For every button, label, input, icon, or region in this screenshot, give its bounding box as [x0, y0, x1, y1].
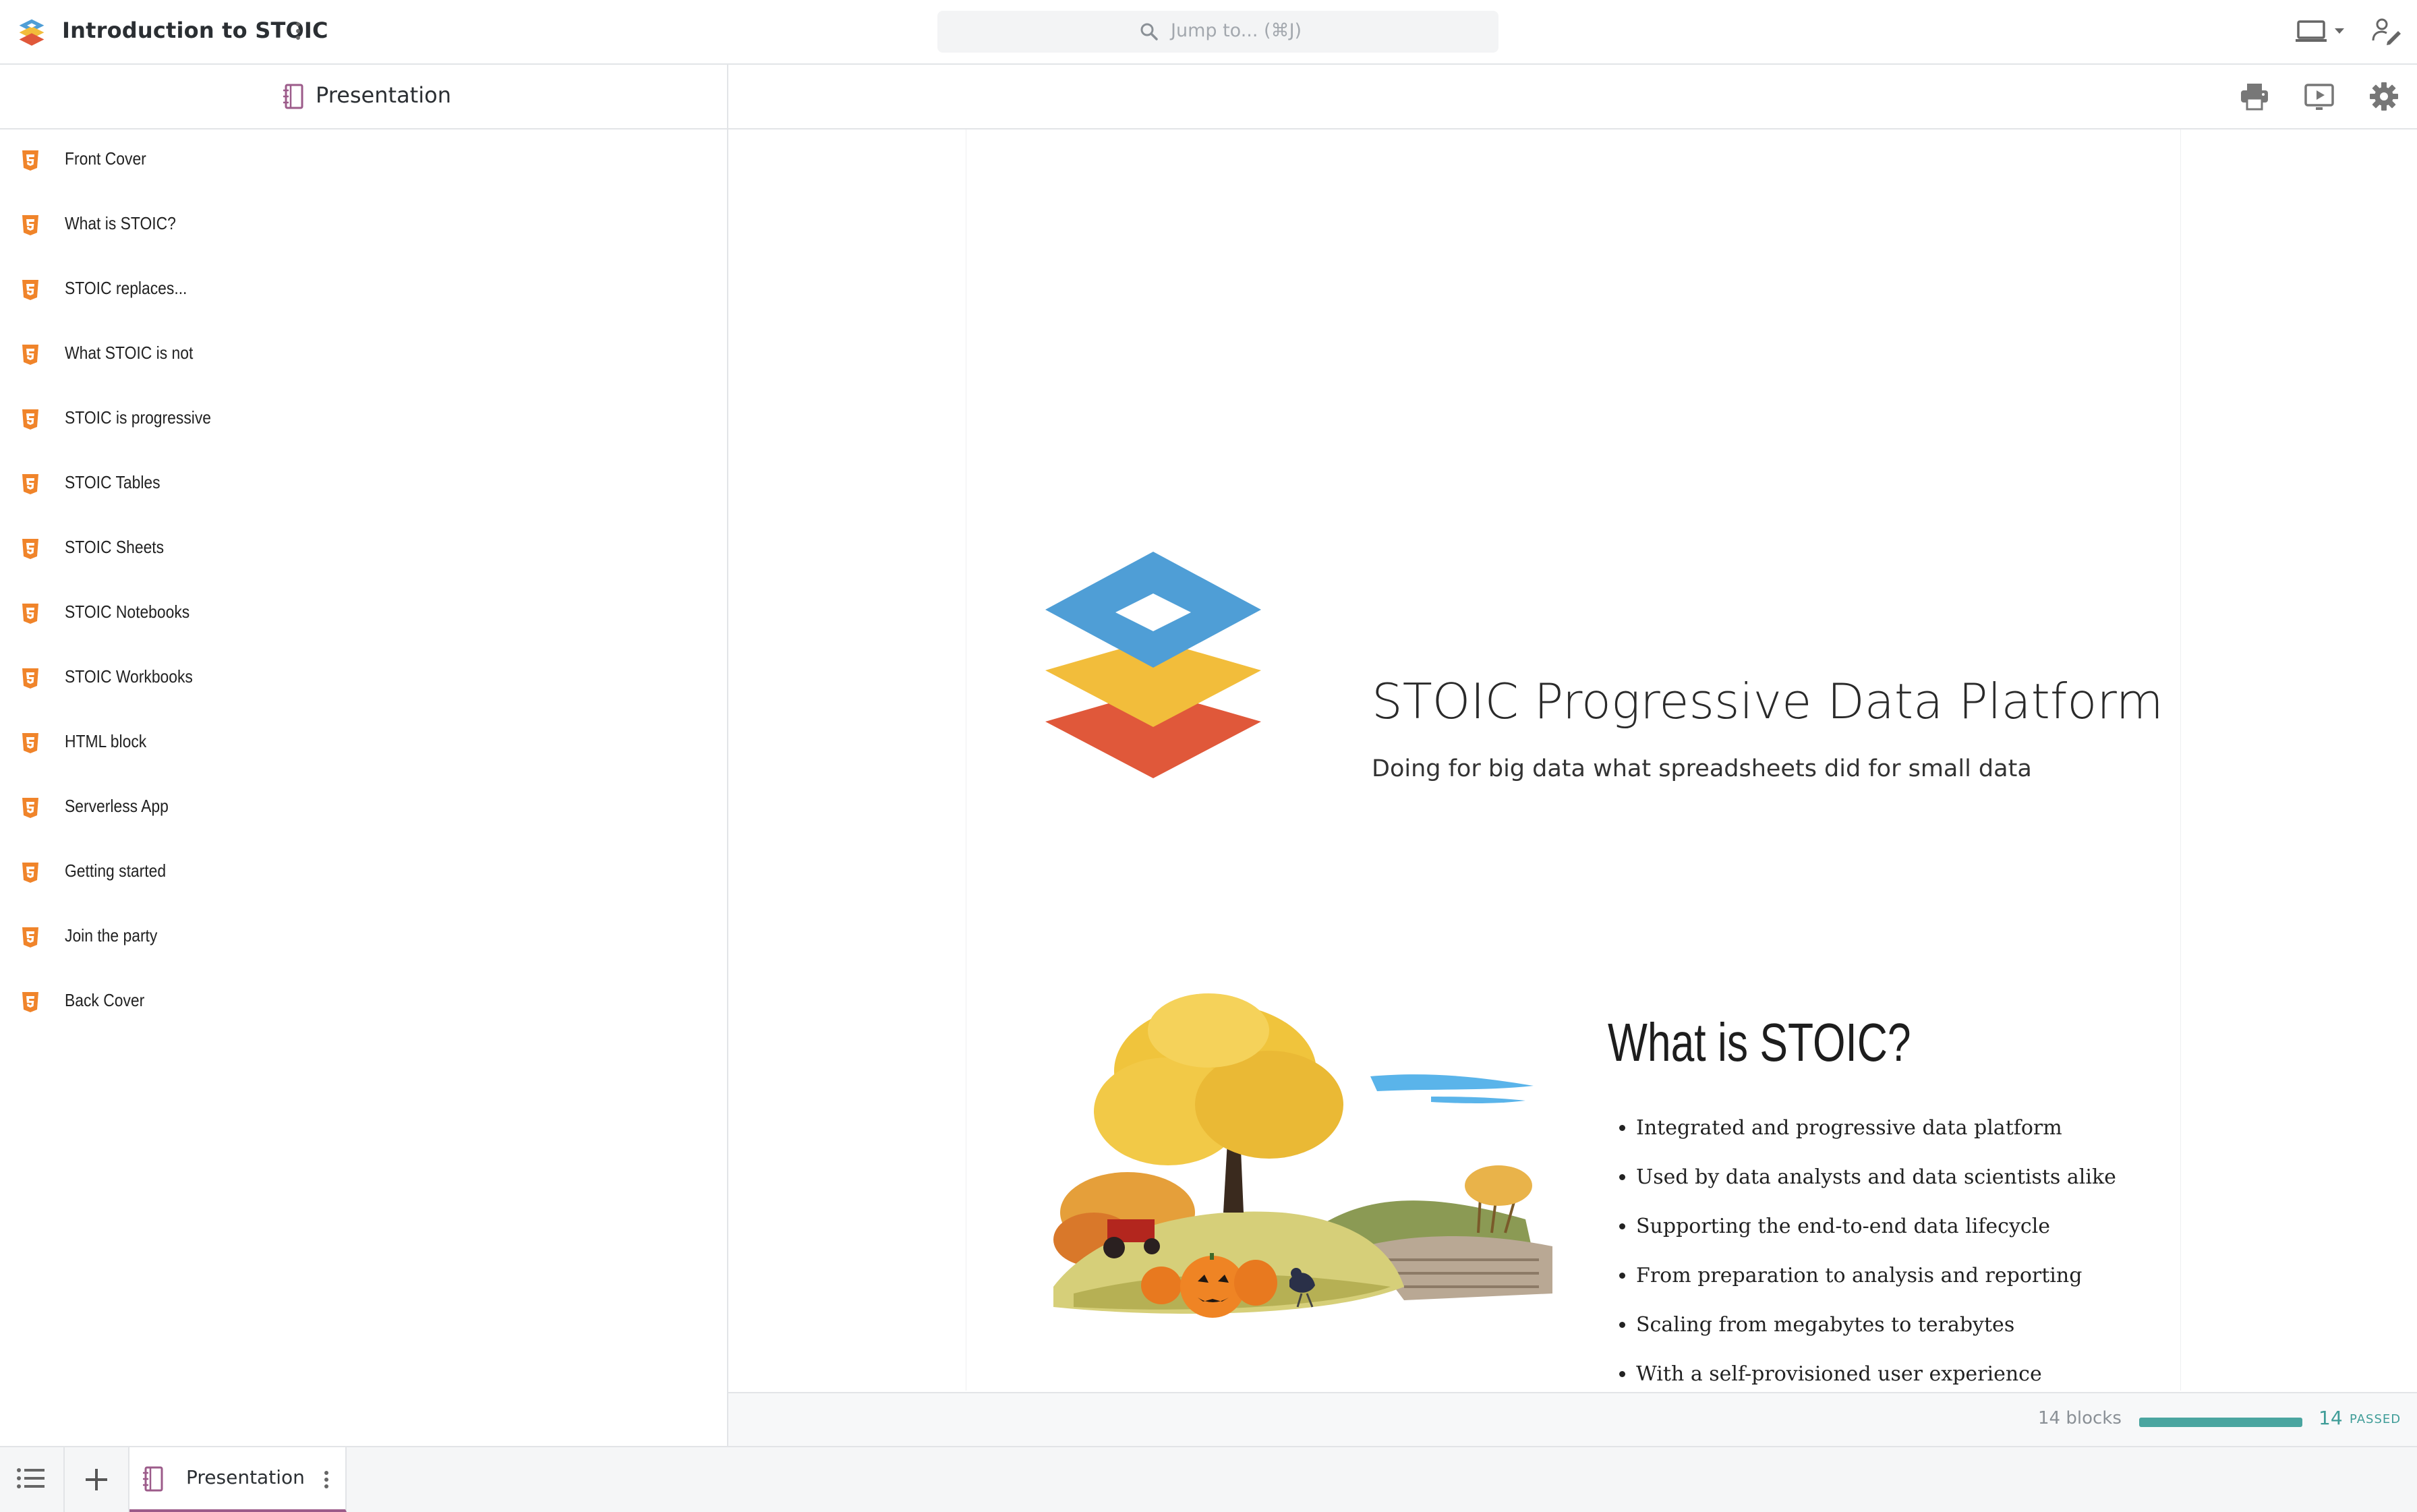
sidebar-item[interactable]: What STOIC is not	[0, 324, 726, 388]
sidebar-item[interactable]: Join the party	[0, 906, 726, 971]
notebook-icon	[283, 84, 303, 109]
sidebar-item-label: Front Cover	[65, 148, 146, 169]
html5-icon	[22, 280, 38, 300]
user-edit-icon[interactable]	[2371, 16, 2401, 46]
top-bar: Introduction to STOIC Jump to... (⌘J)	[0, 0, 2417, 65]
sidebar-item-label: STOIC replaces...	[65, 278, 187, 298]
sidebar-item-label: What STOIC is not	[65, 343, 194, 363]
stoic-logo-icon[interactable]	[16, 16, 47, 47]
html5-icon	[22, 668, 38, 689]
settings-icon[interactable]	[2368, 81, 2399, 112]
sidebar-item-label: STOIC is progressive	[65, 407, 212, 428]
slide-title: What is STOIC?	[1608, 1012, 1911, 1072]
tab-label: Presentation	[186, 1466, 305, 1488]
sidebar-item-label: Serverless App	[65, 796, 169, 816]
progress-fill	[2139, 1418, 2302, 1427]
bullet-item: From preparation to analysis and reporti…	[1636, 1263, 2116, 1312]
sidebar-item-label: STOIC Notebooks	[65, 602, 190, 622]
presentation-canvas[interactable]: STOIC Progressive Data Platform Doing fo…	[728, 129, 2417, 1391]
html5-icon	[22, 927, 38, 948]
more-vertical-icon[interactable]	[321, 1466, 332, 1493]
tab-presentation[interactable]: Presentation	[129, 1447, 347, 1512]
html5-icon	[22, 604, 38, 624]
bottom-tab-bar: Presentation	[0, 1446, 2417, 1512]
sidebar-item[interactable]: HTML block	[0, 712, 726, 777]
status-bar: 14 blocks 14 PASSED	[728, 1392, 2417, 1447]
sidebar-item[interactable]: Front Cover	[0, 129, 726, 194]
add-tab-button[interactable]	[65, 1447, 129, 1512]
search-placeholder: Jump to... (⌘J)	[1171, 20, 1302, 41]
tests-progress-bar	[2139, 1418, 2302, 1427]
list-icon	[17, 1468, 45, 1488]
sidebar-item[interactable]: What is STOIC?	[0, 194, 726, 259]
bullet-list: Integrated and progressive data platform…	[1608, 1115, 2116, 1391]
stoic-layers-logo	[1045, 552, 1261, 778]
sidebar-item-label: What is STOIC?	[65, 213, 176, 233]
sidebar-title: Presentation	[316, 82, 451, 108]
html5-icon	[22, 150, 38, 171]
sidebar-item-label: HTML block	[65, 731, 147, 751]
html5-icon	[22, 345, 38, 365]
sidebar-item[interactable]: STOIC Sheets	[0, 518, 726, 583]
html5-icon	[22, 474, 38, 494]
app-title[interactable]: Introduction to STOIC	[62, 18, 328, 43]
search-icon	[1140, 23, 1158, 40]
sidebar-item[interactable]: STOIC Notebooks	[0, 583, 726, 647]
more-vertical-icon[interactable]	[291, 18, 305, 45]
html5-icon	[22, 992, 38, 1012]
passed-label: PASSED	[2350, 1412, 2401, 1426]
passed-count: 14	[2319, 1407, 2343, 1429]
sidebar-item[interactable]: STOIC Tables	[0, 453, 726, 518]
sidebar-item-label: STOIC Tables	[65, 472, 161, 492]
autumn-farm-illustration	[1053, 993, 1552, 1318]
bullet-item: Used by data analysts and data scientist…	[1636, 1165, 2116, 1214]
html5-icon	[22, 863, 38, 883]
print-icon[interactable]	[2239, 81, 2270, 112]
bullet-item: Scaling from megabytes to terabytes	[1636, 1312, 2116, 1362]
device-preview-icon[interactable]	[2296, 18, 2350, 46]
sidebar-header: Presentation	[0, 65, 727, 129]
main-toolbar	[728, 65, 2417, 129]
bullet-item: Integrated and progressive data platform	[1636, 1115, 2116, 1165]
search-input[interactable]: Jump to... (⌘J)	[937, 11, 1498, 53]
sidebar-item[interactable]: Getting started	[0, 842, 726, 906]
sidebar-item[interactable]: Back Cover	[0, 971, 726, 1036]
sidebar-item-label: Back Cover	[65, 990, 145, 1010]
cover-title: STOIC Progressive Data Platform	[1372, 673, 2163, 730]
app-window: Introduction to STOIC Jump to... (⌘J) Pr…	[0, 0, 2417, 1512]
sidebar: Presentation Front Cover What is STOIC? ST…	[0, 65, 728, 1446]
sidebar-item-label: Getting started	[65, 861, 167, 881]
block-list: Front Cover What is STOIC? STOIC replaces.…	[0, 129, 726, 1036]
sidebar-item-label: STOIC Sheets	[65, 537, 165, 557]
main-panel: STOIC Progressive Data Platform Doing fo…	[728, 65, 2417, 1447]
cover-subtitle: Doing for big data what spreadsheets did…	[1372, 755, 2032, 782]
blocks-count: 14 blocks	[2038, 1408, 2122, 1428]
html5-icon	[22, 539, 38, 559]
html5-icon	[22, 798, 38, 818]
html5-icon	[22, 215, 38, 235]
sidebar-item[interactable]: STOIC Workbooks	[0, 647, 726, 712]
html5-icon	[22, 409, 38, 430]
present-icon[interactable]	[2304, 81, 2335, 112]
plus-icon	[86, 1469, 107, 1490]
sidebar-item[interactable]: Serverless App	[0, 777, 726, 842]
bullet-item: With a self-provisioned user experience	[1636, 1362, 2116, 1391]
notebook-icon	[143, 1466, 163, 1492]
sidebar-item[interactable]: STOIC is progressive	[0, 388, 726, 453]
sidebar-item-label: Join the party	[65, 925, 158, 946]
sidebar-item[interactable]: STOIC replaces...	[0, 259, 726, 324]
html5-icon	[22, 733, 38, 753]
sidebar-item-label: STOIC Workbooks	[65, 666, 193, 687]
outline-toggle-button[interactable]	[0, 1447, 65, 1512]
bullet-item: Supporting the end-to-end data lifecycle	[1636, 1214, 2116, 1263]
